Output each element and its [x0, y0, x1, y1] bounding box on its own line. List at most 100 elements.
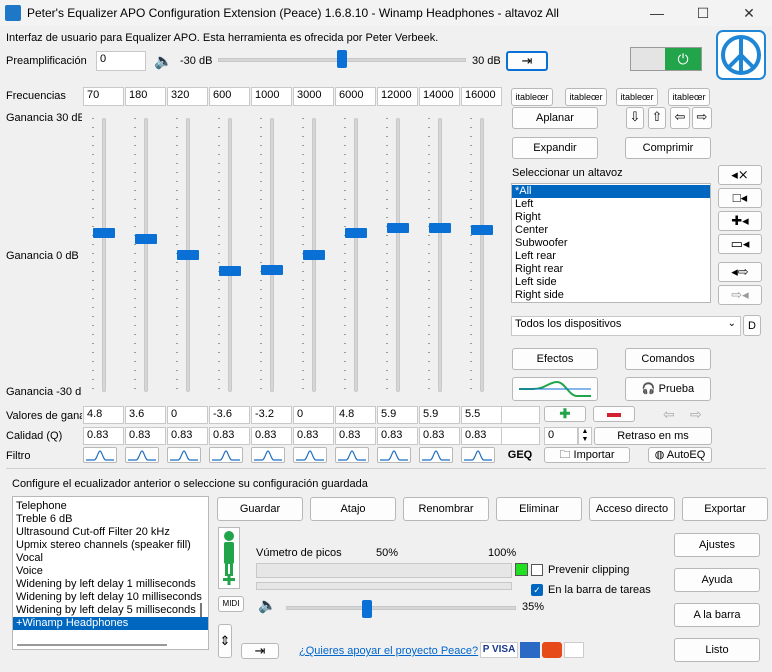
speaker-volume-icon[interactable]: 🔈 [154, 52, 173, 70]
band-slider-track-4[interactable] [270, 118, 274, 392]
band-slider-thumb-4[interactable] [261, 264, 283, 275]
delay-spinner-icon[interactable]: ▲ ▼ [578, 427, 592, 445]
side-button-2[interactable]: A la barra [674, 603, 760, 627]
speaker-item[interactable]: Left [512, 198, 710, 211]
gain-value-input-4[interactable]: -3.2 [251, 406, 292, 424]
quality-input-3[interactable]: 0.83 [209, 427, 250, 445]
speaker-square-icon[interactable]: □◂ [718, 188, 762, 208]
band-slider-thumb-1[interactable] [135, 233, 157, 244]
preamp-input[interactable]: 0 [96, 51, 146, 71]
close-button[interactable]: ✕ [726, 0, 772, 26]
config-item[interactable]: Upmix stereo channels (speaker fill) [13, 539, 208, 552]
config-item[interactable]: Widening by left delay 5 milliseconds [13, 604, 208, 617]
volume-slider-track[interactable] [286, 606, 516, 610]
quality-input-7[interactable]: 0.83 [377, 427, 418, 445]
efectos-button[interactable]: Efectos [512, 348, 598, 370]
gain-value-input-8[interactable]: 5.9 [419, 406, 460, 424]
gain-value-input-1[interactable]: 3.6 [125, 406, 166, 424]
add-band-icon[interactable]: ✚ [544, 406, 586, 422]
filter-peak-button-3[interactable] [209, 447, 243, 463]
importar-button[interactable]: 🗀 Importar [544, 447, 630, 463]
gain-value-input-6[interactable]: 4.8 [335, 406, 376, 424]
power-toggle[interactable]: ⏻ [630, 47, 702, 71]
band-slider-thumb-2[interactable] [177, 250, 199, 260]
remove-band-icon[interactable] [593, 406, 635, 422]
frequency-input-5[interactable]: 3000 [293, 87, 334, 106]
frequency-input-3[interactable]: 600 [209, 87, 250, 106]
config-item[interactable]: Telephone [13, 500, 208, 513]
delay-input[interactable]: 0 [544, 427, 578, 445]
band-slider-track-3[interactable] [228, 118, 232, 392]
volume-slider-thumb[interactable] [361, 600, 372, 618]
device-d-button[interactable]: D [743, 315, 761, 336]
speaker-item[interactable]: Center [512, 224, 710, 237]
band-slider-thumb-7[interactable] [387, 223, 409, 234]
arrow-left-icon[interactable]: ⇦ [670, 107, 690, 129]
quality-input-4[interactable]: 0.83 [251, 427, 292, 445]
action-button-0[interactable]: Guardar [217, 497, 303, 521]
comandos-button[interactable]: Comandos [625, 348, 711, 370]
band-slider-thumb-6[interactable] [345, 228, 367, 239]
band-slider-track-0[interactable] [102, 118, 106, 392]
config-list[interactable]: Telephone Treble 6 dB Ultrasound Cut-off F… [12, 496, 209, 650]
filter-peak-button-9[interactable] [461, 447, 495, 463]
action-button-5[interactable]: Exportar [682, 497, 768, 521]
action-button-4[interactable]: Acceso directo [589, 497, 675, 521]
comprimir-button[interactable]: Comprimir [625, 137, 711, 159]
filter-peak-button-6[interactable] [335, 447, 369, 463]
retraso-button[interactable]: Retraso en ms [594, 427, 712, 445]
frequency-input-6[interactable]: 6000 [335, 87, 376, 106]
filter-peak-button-2[interactable] [167, 447, 201, 463]
action-button-2[interactable]: Renombrar [403, 497, 489, 521]
speaker-item[interactable]: Left rear [512, 250, 710, 263]
quality-input-9[interactable]: 0.83 [461, 427, 502, 445]
speaker-list[interactable]: *All Left Right Center Subwoofer Left rear Rig… [511, 183, 711, 303]
autoeq-button[interactable]: ◍ AutoEQ [648, 447, 712, 463]
filter-peak-button-8[interactable] [419, 447, 453, 463]
hscrollbar-thumb[interactable] [17, 644, 167, 646]
maximize-button[interactable]: ☐ [680, 0, 726, 26]
band-slider-thumb-5[interactable] [303, 250, 325, 260]
quality-input-8[interactable]: 0.83 [419, 427, 460, 445]
config-item[interactable]: Voice [13, 565, 208, 578]
device-select[interactable]: Todos los dispositivos ⌄ [511, 316, 741, 336]
quality-input-5[interactable]: 0.83 [293, 427, 334, 445]
person-toggle[interactable] [218, 527, 240, 589]
quality-input-6[interactable]: 0.83 [335, 427, 376, 445]
extra-gain-input[interactable] [500, 406, 540, 424]
volume-speaker-icon[interactable]: 🔈 [258, 596, 277, 614]
collapse-arrow-2-icon[interactable]: ⇥ [241, 643, 279, 659]
band-slider-track-6[interactable] [354, 118, 358, 392]
config-item[interactable]: Treble 6 dB [13, 513, 208, 526]
side-button-0[interactable]: Ajustes [674, 533, 760, 557]
speaker-mute-icon[interactable]: ◂⨯ [718, 165, 762, 185]
gain-value-input-5[interactable]: 0 [293, 406, 334, 424]
filter-peak-button-5[interactable] [293, 447, 327, 463]
config-item[interactable]: +Winamp Headphones [13, 617, 208, 630]
action-button-3[interactable]: Eliminar [496, 497, 582, 521]
geq-label[interactable]: GEQ [500, 446, 540, 464]
preamp-slider-thumb[interactable] [337, 50, 347, 68]
speaker-item[interactable]: Left side [512, 276, 710, 289]
frequency-input-7[interactable]: 12000 [377, 87, 418, 106]
filter-peak-button-4[interactable] [251, 447, 285, 463]
band-slider-track-8[interactable] [438, 118, 442, 392]
prueba-button[interactable]: 🎧 Prueba [625, 377, 711, 401]
frequency-input-8[interactable]: 14000 [419, 87, 460, 106]
support-link[interactable]: ¿Quieres apoyar el proyecto Peace? [299, 645, 478, 657]
side-button-1[interactable]: Ayuda [674, 568, 760, 592]
band-slider-thumb-9[interactable] [471, 224, 493, 235]
speaker-item[interactable]: *All [512, 185, 710, 198]
aplanar-button[interactable]: Aplanar [512, 107, 598, 129]
config-item[interactable]: Widening by left delay 1 milliseconds [13, 578, 208, 591]
speaker-item[interactable]: Right side [512, 289, 710, 302]
filter-peak-button-7[interactable] [377, 447, 411, 463]
gain-value-input-2[interactable]: 0 [167, 406, 208, 424]
band-slider-thumb-0[interactable] [93, 228, 115, 239]
taskbar-checkbox[interactable]: ✓ [531, 584, 543, 596]
quality-input-0[interactable]: 0.83 [83, 427, 124, 445]
speaker-item[interactable]: Subwoofer [512, 237, 710, 250]
speaker-plus-icon[interactable]: ✚◂ [718, 211, 762, 231]
band-slider-track-9[interactable] [480, 118, 484, 392]
expandir-button[interactable]: Expandir [512, 137, 598, 159]
